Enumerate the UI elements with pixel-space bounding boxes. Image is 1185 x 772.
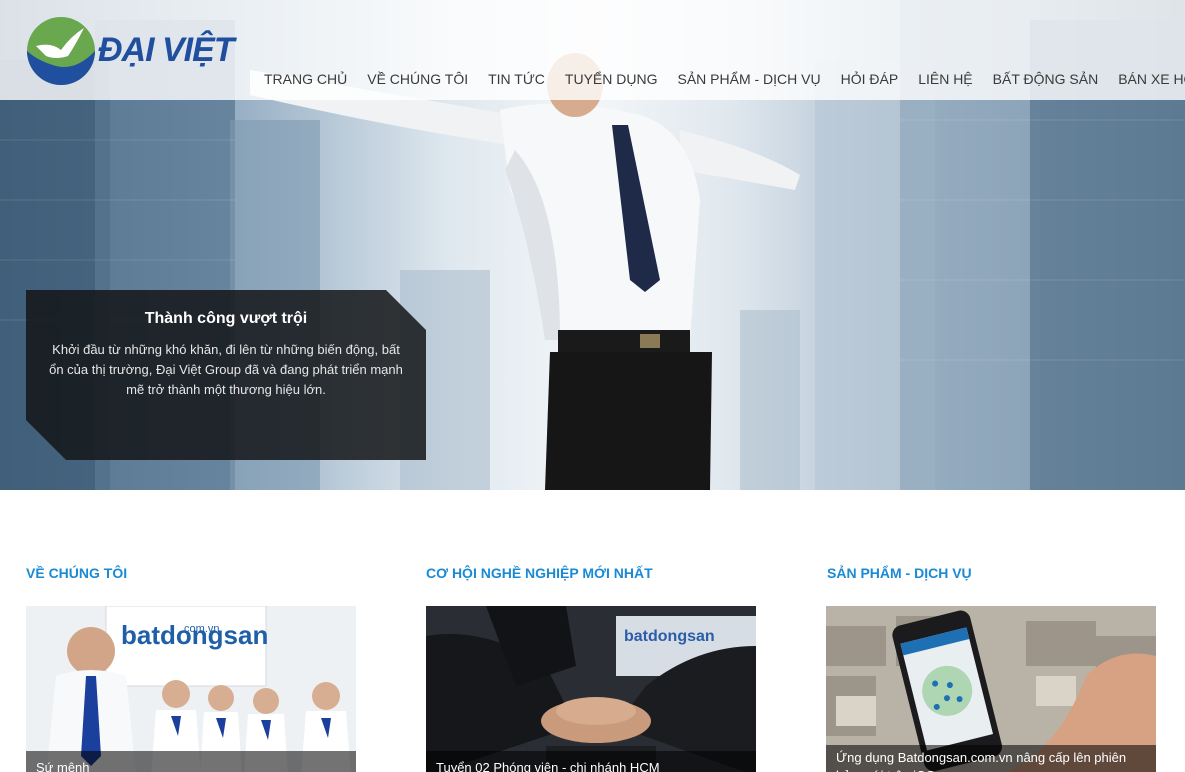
- section-careers: CƠ HỘI NGHỀ NGHIỆP MỚI NHẤT batdongsan T…: [426, 563, 756, 772]
- nav-item-cars[interactable]: BÁN XE HƠI: [1108, 70, 1185, 90]
- team-photo-image: batdongsan .com.vn: [26, 606, 356, 772]
- brand-name: ĐẠI VIỆT: [98, 31, 235, 69]
- image-sign-text: batdongsan: [624, 628, 715, 645]
- hands-together-image: batdongsan: [426, 606, 756, 772]
- nav-item-news[interactable]: TIN TỨC: [478, 70, 555, 90]
- nav-item-careers[interactable]: TUYỂN DỤNG: [555, 70, 668, 90]
- card-about[interactable]: batdongsan .com.vn Sứ mệnh: [26, 606, 356, 772]
- section-products: SẢN PHẨM - DỊCH VỤ Ứng dụng Batdongsan.c…: [826, 563, 1157, 772]
- section-about: VỀ CHÚNG TÔI batdongsan .com.vn Sứ mệnh: [26, 563, 356, 772]
- card-caption[interactable]: Sứ mệnh: [26, 751, 356, 772]
- logo[interactable]: ĐẠI VIỆT: [26, 16, 236, 86]
- nav-item-products[interactable]: SẢN PHẨM - DỊCH VỤ: [667, 70, 830, 90]
- section-heading[interactable]: CƠ HỘI NGHỀ NGHIỆP MỚI NHẤT: [426, 563, 756, 583]
- hero-title: Thành công vượt trội: [144, 310, 308, 327]
- card-caption[interactable]: Ứng dụng Batdongsan.com.vn nâng cấp lên …: [826, 745, 1156, 772]
- hero-caption: Thành công vượt trội Khởi đầu từ những k…: [26, 290, 426, 460]
- bird-globe-icon: [27, 17, 95, 85]
- section-heading[interactable]: VỀ CHÚNG TÔI: [26, 563, 356, 583]
- section-heading[interactable]: SẢN PHẨM - DỊCH VỤ: [827, 563, 1157, 583]
- nav-item-faq[interactable]: HỎI ĐÁP: [831, 70, 909, 90]
- page: ĐẠI VIỆT TRANG CHỦ VỀ CHÚNG TÔI TIN TỨC …: [0, 0, 1185, 772]
- site-header: ĐẠI VIỆT TRANG CHỦ VỀ CHÚNG TÔI TIN TỨC …: [0, 0, 1185, 100]
- card-products[interactable]: Ứng dụng Batdongsan.com.vn nâng cấp lên …: [826, 606, 1156, 772]
- main-nav: TRANG CHỦ VỀ CHÚNG TÔI TIN TỨC TUYỂN DỤN…: [254, 70, 1185, 90]
- image-sign-domain: .com.vn: [181, 623, 220, 635]
- card-caption[interactable]: Tuyển 02 Phóng viên - chi nhánh HCM: [426, 751, 756, 772]
- nav-item-contact[interactable]: LIÊN HỆ: [908, 70, 982, 90]
- card-careers[interactable]: batdongsan Tuyển 02 Phóng viên - chi nhá…: [426, 606, 756, 772]
- hero-text: Khởi đầu từ những khó khăn, đi lên từ nh…: [49, 342, 403, 397]
- nav-item-home[interactable]: TRANG CHỦ: [254, 70, 357, 90]
- nav-item-real-estate[interactable]: BẤT ĐỘNG SẢN: [983, 70, 1109, 90]
- nav-item-about[interactable]: VỀ CHÚNG TÔI: [357, 70, 478, 90]
